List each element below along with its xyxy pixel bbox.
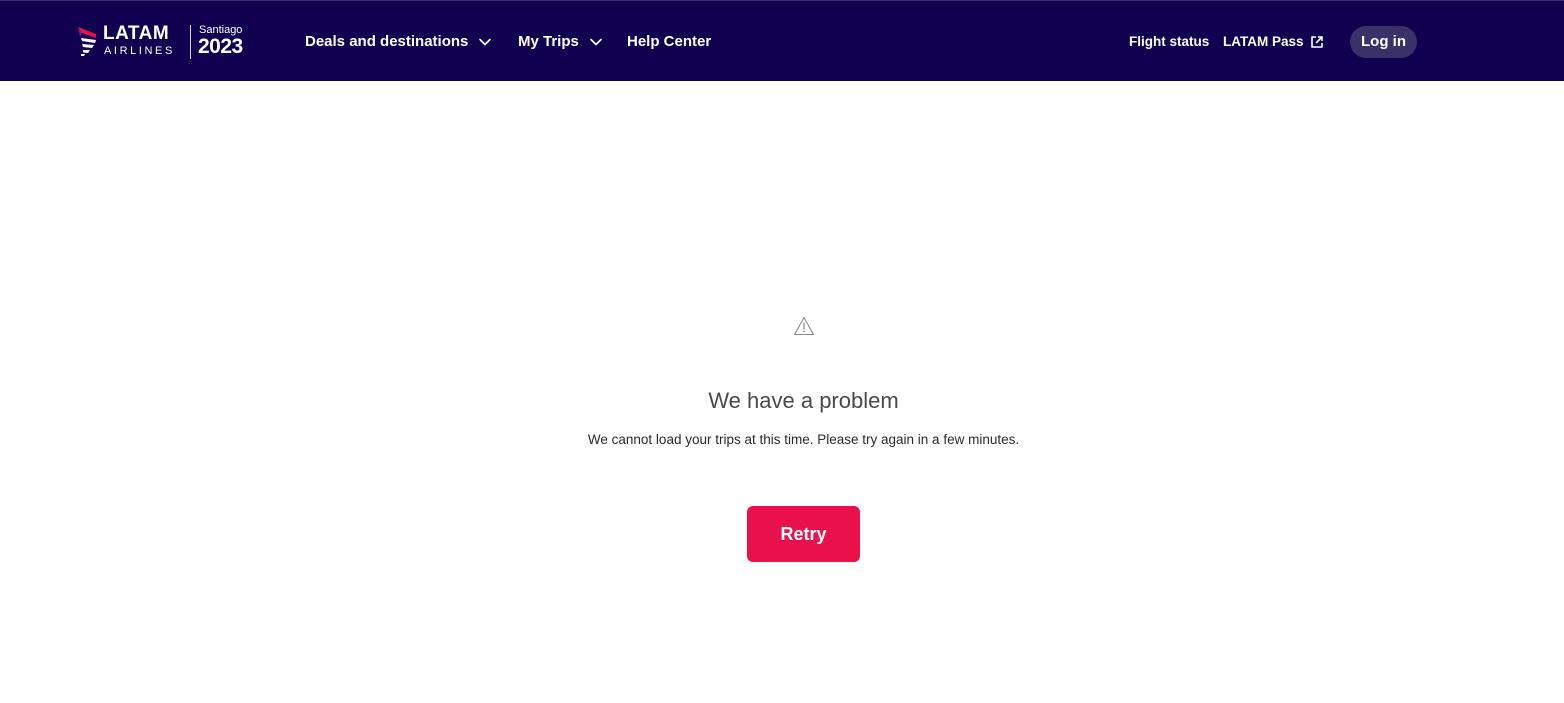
external-link-icon (1310, 36, 1323, 48)
chevron-down-icon (479, 38, 492, 46)
retry-button[interactable]: Retry (747, 506, 860, 562)
flight-status-label: Flight status (1129, 34, 1210, 49)
error-message: We cannot load your trips at this time. … (587, 432, 1020, 447)
logo-brand-text: LATAM (103, 23, 170, 44)
latam-santiago-2023-logo[interactable]: LATAM AIRLINES Santiago 2023 (76, 23, 256, 61)
login-button[interactable]: Log in (1350, 26, 1417, 58)
nav-help-center-label: Help Center (627, 33, 712, 50)
error-title: We have a problem (708, 388, 899, 413)
nav-my-trips-label: My Trips (518, 33, 579, 50)
logo-event-year: 2023 (198, 35, 243, 58)
latam-logo-mark-icon (78, 27, 96, 56)
chevron-down-icon (590, 38, 602, 46)
latam-pass-link[interactable]: LATAM Pass (1223, 32, 1324, 52)
nav-my-trips[interactable]: My Trips (518, 31, 603, 53)
nav-help-center[interactable]: Help Center (627, 31, 711, 53)
logo-subbrand-text: AIRLINES (104, 45, 175, 57)
nav-deals-label: Deals and destinations (305, 33, 469, 50)
top-navigation-bar: LATAM AIRLINES Santiago 2023 Deals and d… (0, 0, 1564, 81)
flight-status-link[interactable]: Flight status (1129, 32, 1209, 52)
warning-icon (793, 316, 815, 336)
latam-pass-label: LATAM Pass (1223, 34, 1304, 49)
logo-divider (190, 25, 191, 59)
nav-deals-and-destinations[interactable]: Deals and destinations (305, 31, 492, 53)
